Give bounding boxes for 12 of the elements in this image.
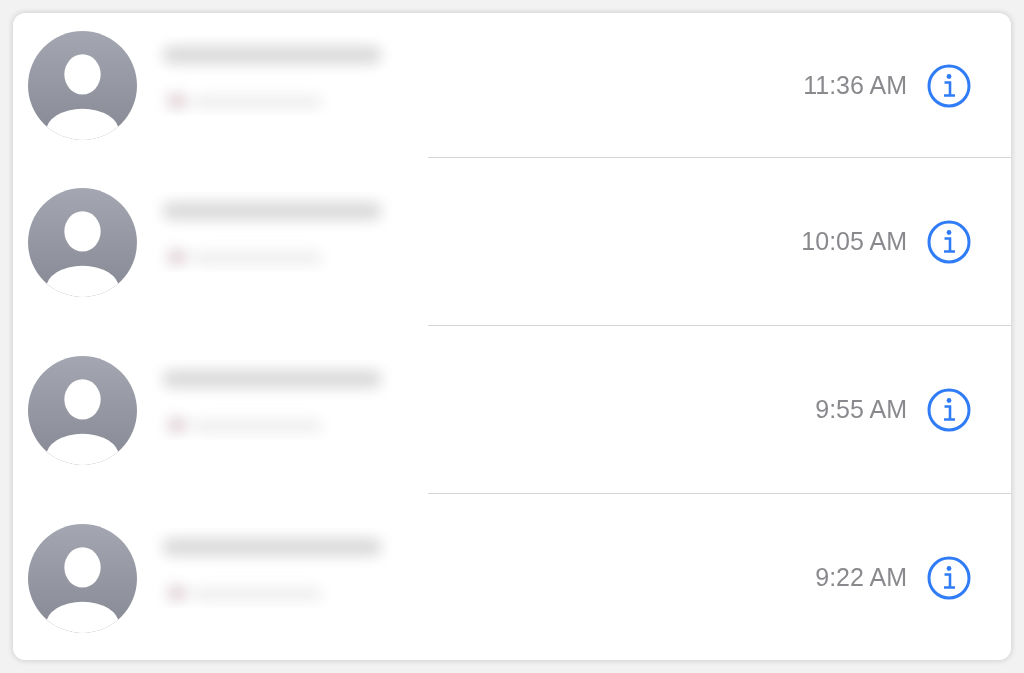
call-time: 10:05 AM: [801, 226, 907, 258]
info-icon[interactable]: [927, 388, 971, 432]
info-icon[interactable]: [927, 63, 971, 108]
avatar-icon: [28, 355, 137, 465]
call-time: 11:36 AM: [803, 69, 907, 101]
call-time: 9:55 AM: [815, 394, 907, 426]
call-time: 9:22 AM: [815, 562, 907, 594]
avatar-icon: [28, 31, 137, 140]
avatar-icon: [28, 523, 137, 633]
info-icon[interactable]: [927, 556, 971, 600]
info-icon[interactable]: [927, 220, 971, 264]
avatar-icon: [28, 187, 137, 297]
